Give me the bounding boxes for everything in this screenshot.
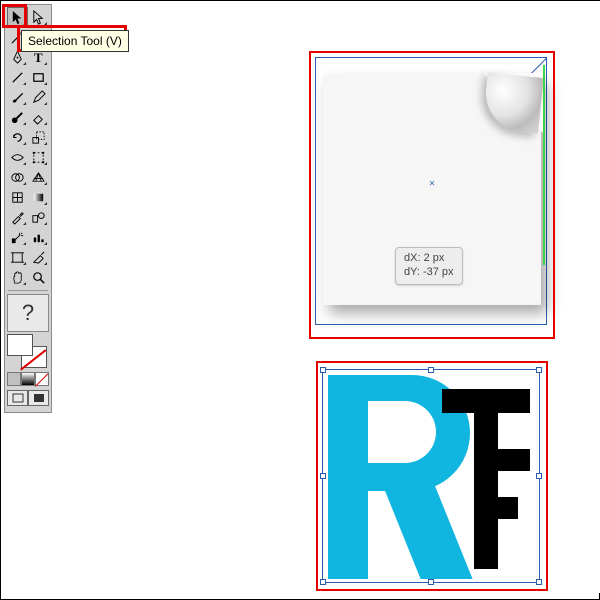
highlight-artboard-1 [309, 51, 555, 339]
rectangle-tool[interactable] [28, 67, 49, 87]
pencil-tool[interactable] [28, 87, 49, 107]
gradient-tool[interactable] [28, 187, 49, 207]
zoom-tool[interactable] [28, 267, 49, 287]
artboard-rtf-logo [318, 363, 546, 589]
eyedropper-tool[interactable] [7, 207, 28, 227]
mesh-tool[interactable] [7, 187, 28, 207]
none-mode-button[interactable] [35, 372, 49, 386]
artboard-tool[interactable] [7, 247, 28, 267]
color-mode-button[interactable] [7, 372, 21, 386]
perspective-grid-tool[interactable] [28, 167, 49, 187]
rotate-tool[interactable] [7, 127, 28, 147]
toolbox: T ? [4, 4, 52, 413]
width-tool[interactable] [7, 147, 28, 167]
normal-screen-mode[interactable] [7, 390, 28, 406]
blob-brush-tool[interactable] [7, 107, 28, 127]
symbol-sprayer-tool[interactable] [7, 227, 28, 247]
blend-tool[interactable] [28, 207, 49, 227]
hand-tool[interactable] [7, 267, 28, 287]
artboard-page-curl: × dX: 2 px dY: -37 px [313, 55, 551, 335]
free-transform-tool[interactable] [28, 147, 49, 167]
eraser-tool[interactable] [28, 107, 49, 127]
line-tool[interactable] [7, 67, 28, 87]
fill-swatch[interactable] [7, 334, 33, 356]
paintbrush-tool[interactable] [7, 87, 28, 107]
fill-stroke-swatch[interactable] [7, 334, 49, 370]
column-graph-tool[interactable] [28, 227, 49, 247]
gradient-mode-button[interactable] [21, 372, 35, 386]
highlight-artboard-2 [316, 361, 548, 591]
unknown-tool-placeholder[interactable]: ? [7, 294, 49, 332]
slice-tool[interactable] [28, 247, 49, 267]
direct-selection-tool[interactable] [28, 7, 49, 27]
scale-tool[interactable] [28, 127, 49, 147]
tooltip-selection: Selection Tool (V) [21, 30, 129, 52]
shape-builder-tool[interactable] [7, 167, 28, 187]
change-screen-mode[interactable] [28, 390, 49, 406]
